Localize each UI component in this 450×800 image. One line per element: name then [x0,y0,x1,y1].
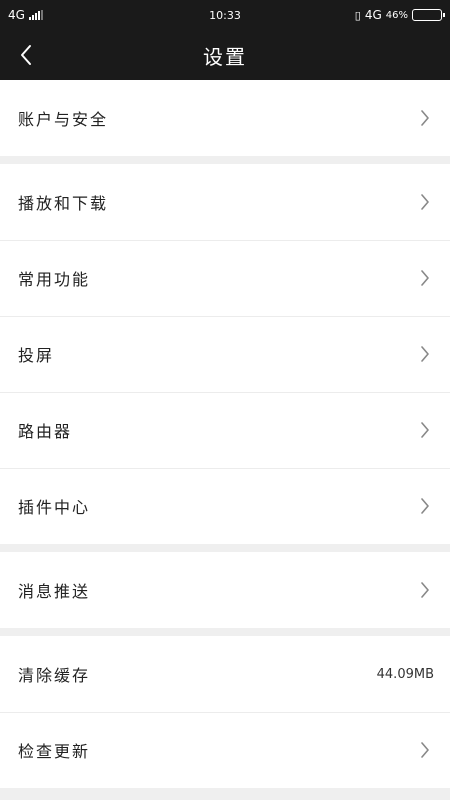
back-arrow-icon [21,45,31,65]
signal-icon [28,10,43,20]
settings-item-label: 消息推送 [18,582,91,601]
settings-item-screen-cast[interactable]: 投屏 [0,316,450,392]
settings-item-label: 常用功能 [18,270,91,289]
vibrate-icon: ▯ [354,8,361,22]
chevron-right-icon [418,193,432,211]
group-divider [0,156,450,164]
page-title: 设置 [203,44,247,69]
chevron-right-icon [418,345,432,363]
settings-item-label: 清除缓存 [18,666,91,685]
settings-item-account-security[interactable]: 账户与安全 [0,80,450,156]
cache-size-value: 44.09MB [376,666,434,682]
group-notifications: 消息推送 [0,552,450,628]
group-maintenance: 清除缓存 44.09MB 检查更新 [0,636,450,788]
settings-item-router[interactable]: 路由器 [0,392,450,468]
group-features: 播放和下载 常用功能 投屏 路由器 插件中心 [0,164,450,544]
network-type-left: 4G [8,8,25,22]
back-button[interactable] [0,30,52,80]
chevron-right-icon [418,109,432,127]
battery-percent: 46% [385,9,408,21]
settings-item-push-notifications[interactable]: 消息推送 [0,552,450,628]
settings-item-label: 投屏 [18,346,55,365]
chevron-right-icon [418,741,432,759]
title-bar: 设置 [0,30,450,80]
group-account: 账户与安全 [0,80,450,156]
settings-list: 账户与安全 播放和下载 常用功能 投屏 路由器 插件中心 消息推送 清除缓存 4… [0,80,450,788]
chevron-right-icon [418,421,432,439]
settings-item-label: 路由器 [18,422,73,441]
settings-item-plugin-center[interactable]: 插件中心 [0,468,450,544]
network-type-right: 4G [364,8,382,22]
settings-item-common-functions[interactable]: 常用功能 [0,240,450,316]
battery-icon: 4 [412,9,445,21]
settings-item-check-update[interactable]: 检查更新 [0,712,450,788]
chevron-right-icon [418,497,432,515]
chevron-right-icon [418,269,432,287]
group-divider [0,628,450,636]
chevron-right-icon [418,581,432,599]
settings-item-playback-download[interactable]: 播放和下载 [0,164,450,240]
battery-level: 4 [424,10,430,20]
settings-item-label: 插件中心 [18,498,91,517]
settings-item-label: 检查更新 [18,742,91,761]
status-bar: 4G 10:33 ▯ 4G 46% 4 [0,0,450,30]
status-right: ▯ 4G 46% 4 [354,8,445,22]
settings-item-label: 播放和下载 [18,194,109,213]
settings-item-clear-cache[interactable]: 清除缓存 44.09MB [0,636,450,712]
group-divider [0,544,450,552]
status-left: 4G [8,8,43,22]
settings-item-label: 账户与安全 [18,110,109,129]
